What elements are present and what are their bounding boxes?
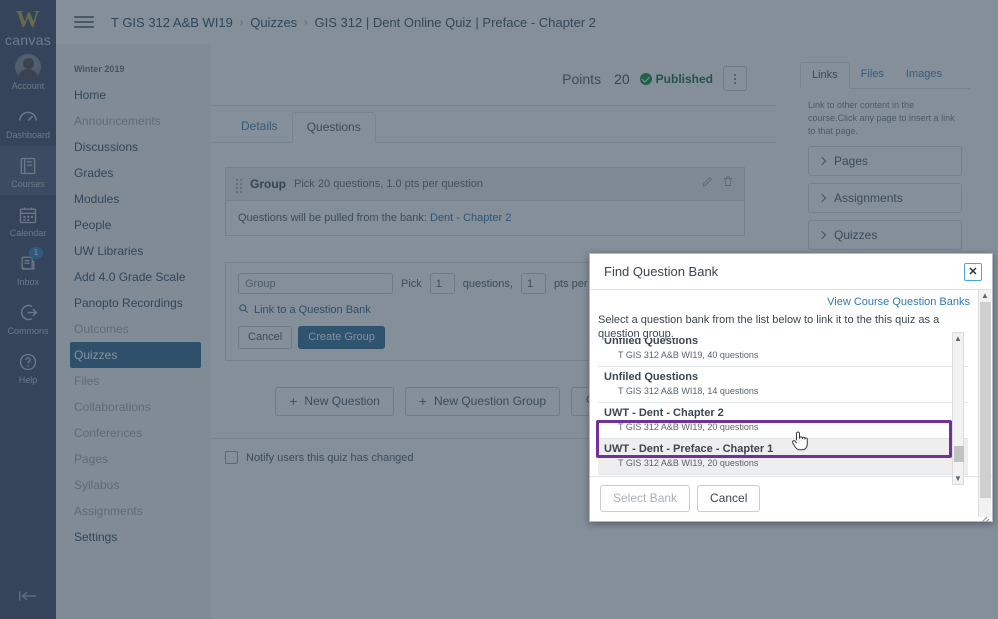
- dialog-footer: Select Bank Cancel: [590, 476, 992, 521]
- bank-name: Unfiled Questions: [598, 370, 968, 385]
- cancel-button[interactable]: Cancel: [697, 485, 760, 512]
- close-icon[interactable]: ✕: [964, 263, 982, 281]
- scroll-up-icon[interactable]: ▲: [979, 290, 991, 301]
- scroll-up-icon[interactable]: ▲: [953, 333, 963, 344]
- canvas-quiz-page: W canvas Account Dashboard Courses: [0, 0, 998, 619]
- bank-meta: T GIS 312 A&B WI19, 20 questions: [598, 421, 968, 434]
- bank-list-scrollbar[interactable]: ▲ ▼: [952, 332, 964, 485]
- bank-name: UWT - Dent - Chapter 2: [598, 406, 968, 421]
- find-question-bank-dialog: Find Question Bank ✕ View Course Questio…: [589, 253, 993, 522]
- select-bank-button[interactable]: Select Bank: [600, 485, 690, 512]
- scrollbar-thumb[interactable]: [954, 446, 964, 462]
- view-course-question-banks-link[interactable]: View Course Question Banks: [590, 290, 992, 309]
- bank-name: Unfiled Questions: [598, 338, 968, 349]
- list-item[interactable]: Unfiled Questions T GIS 312 A&B WI19, 40…: [598, 338, 968, 367]
- dialog-header: Find Question Bank ✕: [590, 254, 992, 290]
- scroll-down-icon[interactable]: ▼: [953, 473, 963, 484]
- scrollbar-thumb[interactable]: [980, 302, 991, 498]
- dialog-scrollbar[interactable]: ▲: [978, 290, 991, 517]
- pointer-hand-cursor: [791, 430, 809, 457]
- question-bank-list[interactable]: Unfiled Questions T GIS 312 A&B WI19, 40…: [598, 338, 968, 475]
- dialog-title: Find Question Bank: [604, 264, 718, 279]
- bank-meta: T GIS 312 A&B WI19, 20 questions: [598, 457, 968, 470]
- list-item[interactable]: UWT - Dent - Chapter 2 T GIS 312 A&B WI1…: [598, 403, 968, 439]
- bank-meta: T GIS 312 A&B WI18, 14 questions: [598, 385, 968, 398]
- list-item-selected[interactable]: UWT - Dent - Preface - Chapter 1 T GIS 3…: [598, 439, 968, 475]
- list-item[interactable]: Unfiled Questions T GIS 312 A&B WI18, 14…: [598, 367, 968, 403]
- bank-name: UWT - Dent - Preface - Chapter 1: [598, 442, 968, 457]
- bank-meta: T GIS 312 A&B WI19, 40 questions: [598, 349, 968, 362]
